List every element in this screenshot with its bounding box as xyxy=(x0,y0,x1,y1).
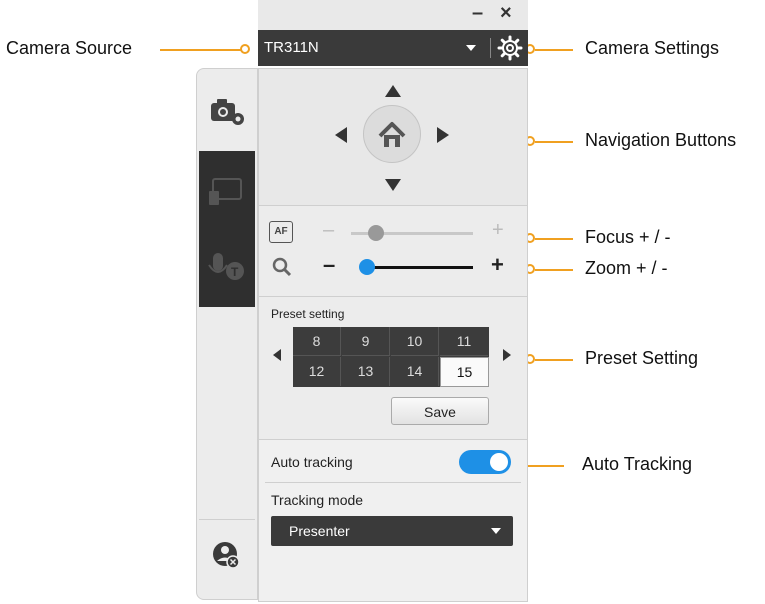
close-button[interactable]: × xyxy=(500,2,512,25)
arrow-left-button[interactable] xyxy=(335,127,347,143)
zoom-slider-knob[interactable] xyxy=(359,259,375,275)
control-panel: AF – + – + Preset setting 8 9 10 11 12 1… xyxy=(258,68,528,602)
arrow-right-button[interactable] xyxy=(437,127,449,143)
tracking-mode-label: Tracking mode xyxy=(271,492,364,508)
camera-source-select[interactable]: TR311N xyxy=(258,30,490,66)
save-button[interactable]: Save xyxy=(391,397,489,425)
preset-slot-selected[interactable]: 15 xyxy=(440,357,489,387)
preset-next-button[interactable] xyxy=(503,349,511,361)
zoom-plus-button[interactable]: + xyxy=(491,252,504,278)
callout-line xyxy=(535,359,573,361)
focus-zoom-controls: AF – + – + xyxy=(259,206,527,297)
sidebar: T xyxy=(196,68,258,600)
callout-dot xyxy=(240,44,250,54)
camera-source-value: TR311N xyxy=(264,39,319,56)
callout-line xyxy=(535,141,573,143)
svg-text:T: T xyxy=(231,265,239,279)
camera-settings-button[interactable] xyxy=(496,34,524,62)
callout-preset-setting: Preset Setting xyxy=(585,348,699,368)
preset-slot[interactable]: 11 xyxy=(440,327,488,356)
sidebar-tab-user[interactable] xyxy=(199,519,255,590)
focus-minus-button[interactable]: – xyxy=(323,219,334,242)
screen-share-icon xyxy=(209,178,242,205)
callout-focus: Focus + / - xyxy=(585,227,671,247)
sidebar-tab-screen-share[interactable] xyxy=(199,151,255,229)
divider xyxy=(490,38,491,58)
zoom-minus-button[interactable]: – xyxy=(323,252,335,278)
preset-slot[interactable]: 14 xyxy=(391,357,439,386)
focus-plus-button[interactable]: + xyxy=(492,219,504,242)
home-button[interactable] xyxy=(363,105,421,163)
callout-line xyxy=(535,238,573,240)
callout-camera-settings: Camera Settings xyxy=(585,38,720,58)
toggle-knob xyxy=(490,453,508,471)
callout-line xyxy=(528,465,564,467)
gear-icon xyxy=(497,35,523,61)
preset-slot[interactable]: 9 xyxy=(342,327,390,356)
sidebar-tab-mic-tracking[interactable]: T xyxy=(199,229,255,307)
callout-line xyxy=(535,269,573,271)
camera-source-bar: TR311N xyxy=(258,30,528,66)
arrow-down-button[interactable] xyxy=(385,179,401,191)
sidebar-tab-camera-settings[interactable] xyxy=(199,73,255,151)
chevron-down-icon xyxy=(466,45,476,51)
callout-line xyxy=(535,49,573,51)
navigation-pad xyxy=(259,69,527,206)
callout-auto-tracking: Auto Tracking xyxy=(582,454,693,474)
preset-prev-button[interactable] xyxy=(273,349,281,361)
preset-title: Preset setting xyxy=(271,307,345,321)
focus-slider-knob[interactable] xyxy=(368,225,384,241)
camera-settings-icon xyxy=(211,99,244,125)
divider xyxy=(265,482,521,483)
tracking-section: Auto tracking Tracking mode Presenter xyxy=(259,440,527,601)
magnifier-icon xyxy=(272,257,292,277)
minimize-button[interactable]: – xyxy=(472,2,483,25)
callout-zoom: Zoom + / - xyxy=(585,258,668,278)
preset-grid: 8 9 10 11 12 13 14 15 xyxy=(293,327,489,387)
home-icon xyxy=(378,122,406,147)
tracking-mode-value: Presenter xyxy=(289,523,350,539)
preset-section: Preset setting 8 9 10 11 12 13 14 15 Sav… xyxy=(259,297,527,440)
zoom-slider-track[interactable] xyxy=(363,266,473,269)
preset-slot[interactable]: 10 xyxy=(391,327,439,356)
auto-tracking-toggle[interactable] xyxy=(459,450,511,474)
chevron-down-icon xyxy=(491,528,501,534)
callout-camera-source: Camera Source xyxy=(6,38,133,58)
preset-slot[interactable]: 13 xyxy=(342,357,390,386)
callout-navigation-buttons: Navigation Buttons xyxy=(585,130,737,150)
auto-tracking-label: Auto tracking xyxy=(271,454,353,470)
arrow-up-button[interactable] xyxy=(385,85,401,97)
mic-tracking-icon: T xyxy=(208,253,244,280)
autofocus-button[interactable]: AF xyxy=(269,221,293,243)
preset-slot[interactable]: 8 xyxy=(293,327,341,356)
tracking-mode-select[interactable]: Presenter xyxy=(271,516,513,546)
preset-slot[interactable]: 12 xyxy=(293,357,341,386)
callout-line xyxy=(160,49,242,51)
window-titlebar: – × xyxy=(258,0,528,30)
user-remove-icon xyxy=(213,542,240,569)
